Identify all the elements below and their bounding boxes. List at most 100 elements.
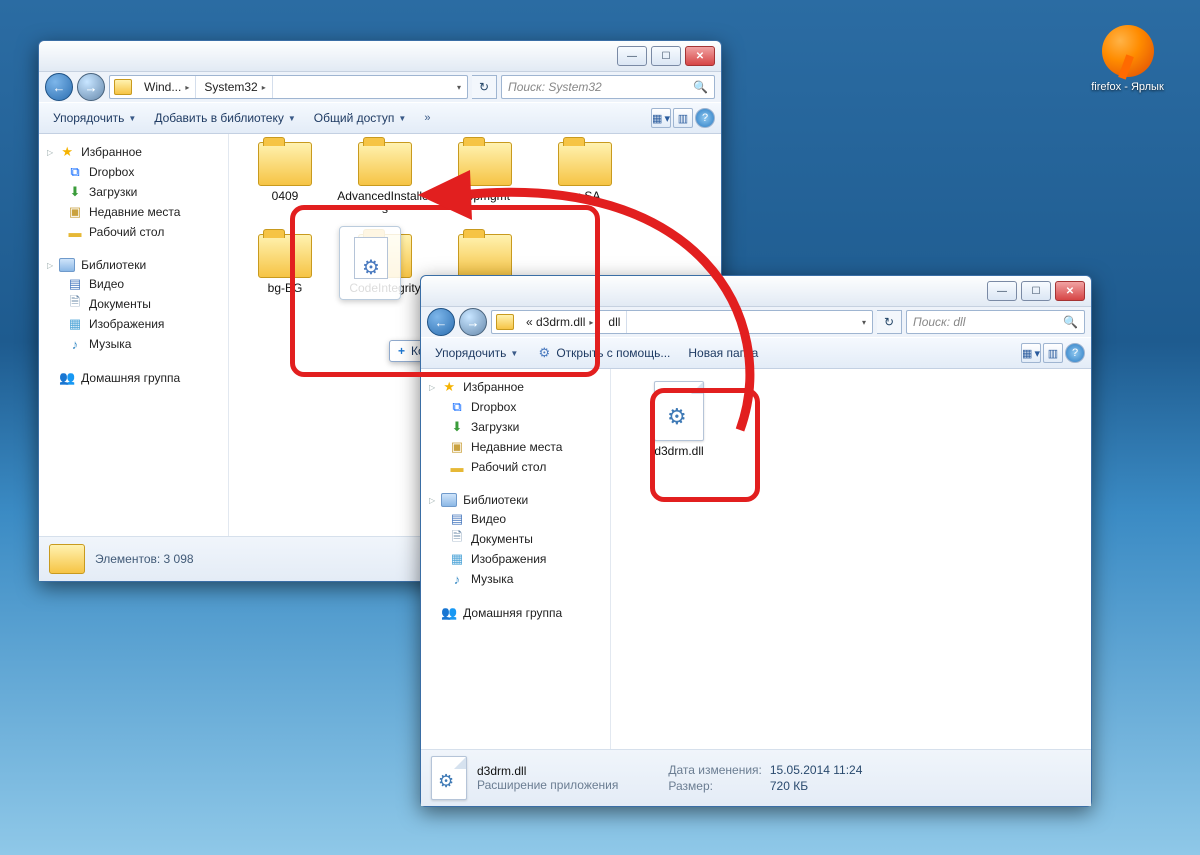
sidebar-item-documents[interactable]: 🗎Документы — [425, 529, 610, 549]
folder-icon — [558, 142, 612, 186]
details-pane: ⚙ d3drm.dll Расширение приложения Дата и… — [421, 749, 1091, 806]
desktop-shortcut-firefox[interactable]: firefox - Ярлык — [1085, 25, 1170, 94]
file-item-d3drm-dll[interactable]: ⚙ d3drm.dll — [631, 381, 727, 473]
folder-icon — [458, 142, 512, 186]
gear-icon: ⚙ — [536, 345, 552, 361]
preview-pane-button[interactable]: ▥ — [1043, 343, 1063, 363]
folder-item[interactable]: ar-SA — [537, 142, 633, 234]
sidebar-homegroup-header[interactable]: ▷👥Домашняя группа — [43, 368, 228, 388]
sidebar-item-desktop[interactable]: ▬Рабочий стол — [425, 457, 610, 477]
sidebar-item-video[interactable]: ▤Видео — [43, 274, 228, 294]
images-icon: ▦ — [67, 316, 83, 332]
folder-item[interactable]: bg-BG — [237, 234, 333, 326]
address-row: ← → « d3drm.dll▸ dll ▾ ↻ Поиск: dll 🔍 — [421, 307, 1091, 337]
folder-icon — [458, 234, 512, 278]
address-bar[interactable]: « d3drm.dll▸ dll ▾ — [491, 310, 873, 334]
help-button[interactable]: ? — [1065, 343, 1085, 363]
folder-item[interactable]: 0409 — [237, 142, 333, 234]
address-bar[interactable]: Wind...▸ System32▸ ▾ — [109, 75, 468, 99]
breadcrumb-segment[interactable]: dll — [600, 311, 627, 333]
file-list-pane[interactable]: ⚙ d3drm.dll — [611, 369, 1091, 749]
sidebar-item-dropbox[interactable]: ⧉Dropbox — [43, 162, 228, 182]
folder-icon — [258, 142, 312, 186]
titlebar[interactable]: — ☐ ✕ — [421, 276, 1091, 307]
sidebar-item-images[interactable]: ▦Изображения — [43, 314, 228, 334]
sidebar-item-music[interactable]: ♪Музыка — [425, 569, 610, 589]
sidebar-item-recent[interactable]: ▣Недавние места — [425, 437, 610, 457]
recent-icon: ▣ — [449, 439, 465, 455]
navigation-pane[interactable]: ▷★Избранное ⧉Dropbox ⬇Загрузки ▣Недавние… — [421, 369, 611, 749]
help-button[interactable]: ? — [695, 108, 715, 128]
recent-icon: ▣ — [67, 204, 83, 220]
maximize-button[interactable]: ☐ — [1021, 281, 1051, 301]
breadcrumb-segment[interactable]: System32▸ — [196, 76, 272, 98]
titlebar[interactable]: — ☐ ✕ — [39, 41, 721, 72]
sidebar-item-video[interactable]: ▤Видео — [425, 509, 610, 529]
new-folder-button[interactable]: Новая папка — [680, 341, 766, 365]
folder-item[interactable]: appmgmt — [437, 142, 533, 234]
sidebar-item-downloads[interactable]: ⬇Загрузки — [43, 182, 228, 202]
sidebar-item-documents[interactable]: 🗎Документы — [43, 294, 228, 314]
sidebar-favorites-header[interactable]: ▷★Избранное — [43, 142, 228, 162]
sidebar-libraries-header[interactable]: ▷Библиотеки — [43, 256, 228, 274]
share-menu[interactable]: Общий доступ▼ — [306, 106, 415, 130]
desktop-icon: ▬ — [449, 459, 465, 475]
dropbox-icon: ⧉ — [449, 399, 465, 415]
star-icon: ★ — [59, 144, 75, 160]
breadcrumb-segment[interactable]: Wind...▸ — [136, 76, 196, 98]
images-icon: ▦ — [449, 551, 465, 567]
preview-pane-button[interactable]: ▥ — [673, 108, 693, 128]
folder-icon — [114, 79, 132, 95]
folder-label: appmgmt — [460, 190, 510, 203]
view-options-button[interactable]: ▦▾ — [651, 108, 671, 128]
refresh-button[interactable]: ↻ — [472, 75, 497, 99]
video-icon: ▤ — [67, 276, 83, 292]
search-input[interactable]: Поиск: System32 🔍 — [501, 75, 715, 99]
desktop-shortcut-label: firefox - Ярлык — [1085, 81, 1170, 94]
details-size-label: Размер: — [668, 779, 762, 793]
dll-file-icon: ⚙ — [654, 381, 704, 441]
search-icon: 🔍 — [1063, 315, 1078, 329]
open-with-menu[interactable]: ⚙Открыть с помощь... — [528, 341, 678, 365]
sidebar-item-recent[interactable]: ▣Недавние места — [43, 202, 228, 222]
folder-icon — [258, 234, 312, 278]
close-button[interactable]: ✕ — [685, 46, 715, 66]
nav-back-button[interactable]: ← — [45, 73, 73, 101]
breadcrumb-segment[interactable]: « d3drm.dll▸ — [518, 311, 600, 333]
toolbar: Упорядочить▼ Добавить в библиотеку▼ Общи… — [39, 102, 721, 134]
libraries-icon — [441, 493, 457, 507]
more-menu[interactable]: » — [416, 106, 438, 130]
sidebar-homegroup-header[interactable]: ▷👥Домашняя группа — [425, 603, 610, 623]
sidebar-item-images[interactable]: ▦Изображения — [425, 549, 610, 569]
nav-forward-button[interactable]: → — [77, 73, 105, 101]
minimize-button[interactable]: — — [617, 46, 647, 66]
nav-back-button[interactable]: ← — [427, 308, 455, 336]
sidebar-item-dropbox[interactable]: ⧉Dropbox — [425, 397, 610, 417]
view-options-button[interactable]: ▦▾ — [1021, 343, 1041, 363]
folder-icon — [496, 314, 514, 330]
folder-item[interactable]: AdvancedInstallers — [337, 142, 433, 234]
dropbox-icon: ⧉ — [67, 164, 83, 180]
explorer-window-dll[interactable]: — ☐ ✕ ← → « d3drm.dll▸ dll ▾ ↻ Поиск: dl… — [420, 275, 1092, 807]
sidebar-item-downloads[interactable]: ⬇Загрузки — [425, 417, 610, 437]
sidebar-libraries-header[interactable]: ▷Библиотеки — [425, 491, 610, 509]
minimize-button[interactable]: — — [987, 281, 1017, 301]
address-row: ← → Wind...▸ System32▸ ▾ ↻ Поиск: System… — [39, 72, 721, 102]
refresh-button[interactable]: ↻ — [877, 310, 902, 334]
add-to-library-menu[interactable]: Добавить в библиотеку▼ — [146, 106, 303, 130]
folder-icon — [358, 142, 412, 186]
nav-forward-button[interactable]: → — [459, 308, 487, 336]
homegroup-icon: 👥 — [441, 605, 457, 621]
document-icon: 🗎 — [67, 296, 83, 312]
navigation-pane[interactable]: ▷★Избранное ⧉Dropbox ⬇Загрузки ▣Недавние… — [39, 134, 229, 536]
plus-icon: + — [398, 344, 405, 358]
maximize-button[interactable]: ☐ — [651, 46, 681, 66]
close-button[interactable]: ✕ — [1055, 281, 1085, 301]
organize-menu[interactable]: Упорядочить▼ — [427, 341, 526, 365]
search-input[interactable]: Поиск: dll 🔍 — [906, 310, 1085, 334]
organize-menu[interactable]: Упорядочить▼ — [45, 106, 144, 130]
sidebar-favorites-header[interactable]: ▷★Избранное — [425, 377, 610, 397]
music-icon: ♪ — [449, 571, 465, 587]
sidebar-item-music[interactable]: ♪Музыка — [43, 334, 228, 354]
sidebar-item-desktop[interactable]: ▬Рабочий стол — [43, 222, 228, 242]
